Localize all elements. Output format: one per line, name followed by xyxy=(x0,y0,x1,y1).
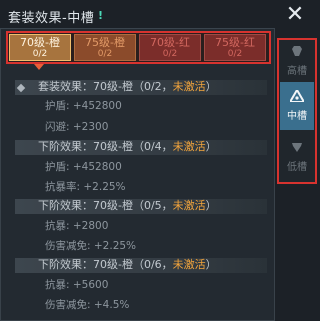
tab-label: 70级-红 xyxy=(150,36,190,49)
close-icon[interactable]: ✕ xyxy=(284,4,306,26)
content-panel xyxy=(0,28,275,321)
section-heading: 下阶效果：70级-橙（0/6，未激活） xyxy=(38,258,217,272)
suit-effect-panel: 套装效果-中槽 ! ✕ 70级-橙 0/2 75级-橙 0/2 70级-红 0/… xyxy=(0,0,318,321)
tab-low-slot[interactable]: 低槽 xyxy=(280,136,314,176)
section-heading: 下阶效果：70级-橙（0/5，未激活） xyxy=(38,199,217,213)
stat-line: 伤害减免: +4.5% xyxy=(45,299,130,311)
high-slot-icon xyxy=(280,45,314,62)
tab-label: 75级-橙 xyxy=(85,36,125,49)
tab-70-orange[interactable]: 70级-橙 0/2 xyxy=(9,34,71,61)
tab-count: 0/2 xyxy=(227,49,243,59)
section-heading: 下阶效果：70级-橙（0/4，未激活） xyxy=(38,140,217,154)
tab-label: 低槽 xyxy=(287,162,307,173)
tab-label: 中槽 xyxy=(287,111,307,122)
section-heading-text: 下阶效果：70级-橙（0/4， xyxy=(38,140,173,153)
tab-count: 0/2 xyxy=(32,49,48,59)
tab-mid-slot[interactable]: 中槽 xyxy=(280,82,314,130)
page-title: 套装效果-中槽 xyxy=(8,11,95,26)
tab-70-red[interactable]: 70级-红 0/2 xyxy=(139,34,201,61)
section-status: 未激活 xyxy=(172,258,206,271)
section-heading-suffix: ） xyxy=(205,199,217,212)
section-heading-text: 下阶效果：70级-橙（0/6， xyxy=(38,258,173,271)
stat-line: 闪避: +2300 xyxy=(45,121,109,133)
tab-75-orange[interactable]: 75级-橙 0/2 xyxy=(74,34,136,61)
stat-line: 护盾: +452800 xyxy=(45,100,122,112)
help-icon[interactable]: ! xyxy=(98,9,103,22)
selected-tab-caret-icon xyxy=(34,64,44,70)
section-heading-suffix: ） xyxy=(205,258,217,271)
section-heading-text: 套装效果：70级-橙（0/2， xyxy=(38,80,173,93)
low-slot-icon xyxy=(280,141,314,158)
tab-count: 0/2 xyxy=(162,49,178,59)
tab-label: 高槽 xyxy=(287,66,307,77)
tab-label: 75级-红 xyxy=(215,36,255,49)
stat-line: 抗暴: +2800 xyxy=(45,220,109,232)
header-divider xyxy=(0,28,275,29)
stat-line: 伤害减免: +2.25% xyxy=(45,240,137,252)
section-heading-text: 下阶效果：70级-橙（0/5， xyxy=(38,199,173,212)
section-status: 未激活 xyxy=(172,199,206,212)
stat-line: 护盾: +452800 xyxy=(45,161,122,173)
section-heading-suffix: ） xyxy=(205,140,217,153)
tab-count: 0/2 xyxy=(97,49,113,59)
tab-75-red[interactable]: 75级-红 0/2 xyxy=(204,34,266,61)
stat-line: 抗暴: +5600 xyxy=(45,279,109,291)
tab-high-slot[interactable]: 高槽 xyxy=(280,42,314,77)
section-status: 未激活 xyxy=(172,80,206,93)
stat-line: 抗暴率: +2.25% xyxy=(45,181,126,193)
section-heading-suffix: ） xyxy=(205,80,217,93)
tab-label: 70级-橙 xyxy=(20,36,60,49)
mid-slot-icon xyxy=(280,88,314,107)
section-heading: 套装效果：70级-橙（0/2，未激活） xyxy=(38,80,217,94)
section-status: 未激活 xyxy=(172,140,206,153)
